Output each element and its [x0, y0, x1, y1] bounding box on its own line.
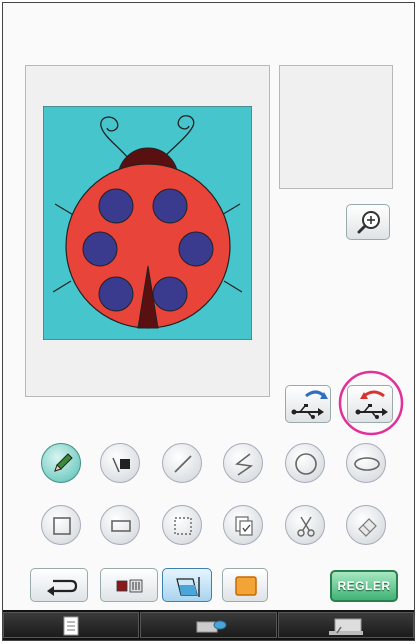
ladybug-drawing [43, 106, 252, 340]
usb-import-button[interactable] [285, 385, 331, 423]
ellipse-shape-icon [354, 457, 380, 471]
undo-icon [47, 579, 78, 596]
regler-button[interactable]: REGLER [330, 570, 398, 602]
bottom-taskbar [3, 610, 414, 640]
circle-shape-icon [295, 453, 317, 475]
ladybug-spot [152, 188, 188, 224]
tool-paste[interactable] [223, 505, 263, 545]
usb-import-icon [291, 390, 328, 419]
line-color-button[interactable] [100, 568, 158, 602]
taskbar-file-button[interactable] [3, 612, 139, 638]
tool-rectangle-shape[interactable] [100, 505, 140, 545]
ladybug-spot [152, 276, 188, 312]
area-color-button[interactable] [222, 568, 268, 602]
tool-cut[interactable] [285, 505, 325, 545]
taskbar-machine-button[interactable] [278, 612, 414, 638]
line-fill-button[interactable] [162, 568, 212, 602]
preview-pane [279, 65, 393, 189]
magnifier-icon [357, 211, 380, 234]
ladybug-spot [82, 231, 118, 267]
tool-ellipse-shape[interactable] [346, 443, 386, 483]
tool-square-shape[interactable] [41, 505, 81, 545]
highlight-circle [338, 370, 404, 436]
zoom-button[interactable] [346, 204, 390, 240]
paste-icon [235, 516, 253, 536]
color-thread-icon [116, 579, 143, 593]
document-icon [63, 616, 79, 636]
tool-zigzag-line[interactable] [223, 443, 263, 483]
tool-circle-shape[interactable] [285, 443, 325, 483]
eraser-icon [358, 518, 377, 537]
tool-pencil[interactable] [41, 443, 81, 483]
ladybug-spot [98, 188, 134, 224]
select-area-icon [174, 517, 192, 535]
rectangle-shape-icon [111, 520, 131, 532]
tool-straight-line[interactable] [162, 443, 202, 483]
square-shape-icon [53, 517, 71, 535]
pencil-icon [54, 453, 73, 472]
ladybug-spot [178, 231, 214, 267]
zigzag-line-icon [235, 453, 254, 476]
undo-button[interactable] [30, 568, 88, 602]
straight-line-icon [174, 455, 192, 473]
fill-bucket-icon [176, 577, 200, 597]
embroidery-screen: REGLER [2, 2, 415, 641]
taskbar-thread-button[interactable] [140, 612, 277, 638]
spool-icon [196, 620, 227, 633]
fill-line-icon [112, 457, 130, 473]
ladybug-spot [98, 276, 134, 312]
scissors-icon [297, 516, 315, 537]
sewing-machine-icon [329, 618, 363, 635]
drawing-canvas-area[interactable] [25, 65, 270, 397]
area-color-icon [235, 576, 257, 596]
tool-select-area[interactable] [162, 505, 202, 545]
tool-fill-line[interactable] [100, 443, 140, 483]
tool-eraser[interactable] [346, 505, 386, 545]
